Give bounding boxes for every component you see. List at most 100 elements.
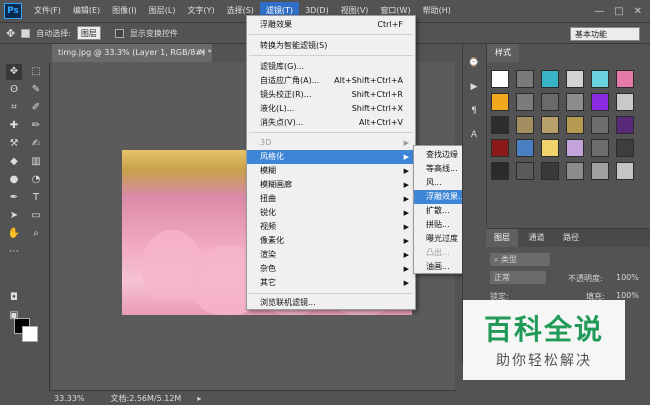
style-swatch[interactable] — [491, 116, 509, 134]
blend-mode-dropdown[interactable]: 正常 — [490, 271, 546, 284]
style-swatch[interactable] — [541, 116, 559, 134]
style-swatch[interactable] — [616, 93, 634, 111]
style-swatch[interactable] — [616, 116, 634, 134]
move-icon[interactable]: ✥ — [6, 64, 22, 80]
style-swatch[interactable] — [591, 93, 609, 111]
brush-icon[interactable]: ✏ — [28, 118, 44, 134]
zoom-level[interactable]: 33.33% — [54, 394, 85, 403]
character-icon[interactable]: A — [467, 130, 481, 144]
tab-styles[interactable]: 样式 — [487, 44, 519, 62]
lasso-icon[interactable]: ʘ — [6, 82, 22, 98]
auto-select-dropdown[interactable]: 图层 — [76, 26, 101, 40]
style-swatch[interactable] — [516, 70, 534, 88]
eyedropper-icon[interactable]: ✐ — [28, 100, 44, 116]
style-swatch[interactable] — [516, 162, 534, 180]
menu-item-pixelate[interactable]: 像素化 ▶ — [247, 234, 415, 248]
shape-icon[interactable]: ▭ — [28, 208, 44, 224]
style-swatch[interactable] — [566, 93, 584, 111]
history-brush-icon[interactable]: ✍ — [28, 136, 44, 152]
tab-layers[interactable]: 图层 — [486, 229, 518, 247]
style-swatch[interactable] — [566, 70, 584, 88]
quick-select-icon[interactable]: ✎ — [28, 82, 44, 98]
path-select-icon[interactable]: ➤ — [6, 208, 22, 224]
menu-item-video[interactable]: 视频 ▶ — [247, 220, 415, 234]
history-icon[interactable]: ⌚ — [467, 58, 481, 72]
style-swatch[interactable] — [516, 93, 534, 111]
style-swatch[interactable] — [591, 139, 609, 157]
blur-icon[interactable]: ● — [6, 172, 22, 188]
menu-item-convert-smart-filter[interactable]: 转换为智能滤镜(S) — [247, 39, 415, 53]
eraser-icon[interactable]: ◆ — [6, 154, 22, 170]
hand-icon[interactable]: ✋ — [6, 226, 22, 242]
quick-mask-icon[interactable]: ◘ — [6, 290, 22, 306]
menu-type[interactable]: 文字(Y) — [181, 2, 220, 20]
style-swatch[interactable] — [591, 116, 609, 134]
gradient-icon[interactable]: ▥ — [28, 154, 44, 170]
minimize-icon[interactable]: — — [594, 6, 604, 17]
fill-value[interactable]: 100% — [616, 291, 639, 300]
type-icon[interactable]: T — [28, 190, 44, 206]
style-swatch[interactable] — [541, 70, 559, 88]
menu-item-other[interactable]: 其它 ▶ — [247, 276, 415, 290]
menu-layer[interactable]: 图层(L) — [143, 2, 182, 20]
menu-item-last-filter[interactable]: 浮雕效果 Ctrl+F — [247, 18, 415, 32]
style-swatch[interactable] — [566, 162, 584, 180]
style-swatch[interactable] — [591, 70, 609, 88]
actions-play-icon[interactable]: ▶ — [467, 82, 481, 96]
layer-filter-dropdown[interactable]: ⌕ 类型 — [490, 253, 550, 266]
close-icon[interactable]: ✕ — [634, 6, 642, 17]
screen-mode-icon[interactable]: ▣ — [6, 308, 22, 324]
style-swatch[interactable] — [491, 70, 509, 88]
crop-icon[interactable]: ⌗ — [6, 100, 22, 116]
tab-paths[interactable]: 路径 — [555, 229, 587, 247]
pen-icon[interactable]: ✒ — [6, 190, 22, 206]
menu-item-stylize[interactable]: 风格化 ▶ — [247, 150, 415, 164]
menu-item-render[interactable]: 渲染 ▶ — [247, 248, 415, 262]
background-color-swatch[interactable] — [22, 326, 38, 342]
style-swatch[interactable] — [491, 93, 509, 111]
tab-channels[interactable]: 通道 — [521, 229, 553, 247]
auto-select-checkbox[interactable] — [21, 28, 31, 38]
healing-brush-icon[interactable]: ✚ — [6, 118, 22, 134]
menu-item-lens-correction[interactable]: 镜头校正(R)... Shift+Ctrl+R — [247, 88, 415, 102]
menu-help[interactable]: 帮助(H) — [417, 2, 457, 20]
menu-item-blur[interactable]: 模糊 ▶ — [247, 164, 415, 178]
style-swatch[interactable] — [491, 139, 509, 157]
menu-item-3d[interactable]: 3D ▶ — [247, 136, 415, 150]
style-swatch[interactable] — [541, 162, 559, 180]
menu-item-filter-gallery[interactable]: 滤镜库(G)... — [247, 60, 415, 74]
marquee-icon[interactable]: ⬚ — [28, 64, 44, 80]
menu-item-browse-online[interactable]: 浏览联机滤镜... — [247, 296, 415, 310]
clone-stamp-icon[interactable]: ⚒ — [6, 136, 22, 152]
close-tab-icon[interactable]: ✕ — [199, 44, 206, 62]
menu-item-sharpen[interactable]: 锐化 ▶ — [247, 206, 415, 220]
style-swatch[interactable] — [516, 139, 534, 157]
dodge-icon[interactable]: ◔ — [28, 172, 44, 188]
menu-file[interactable]: 文件(F) — [28, 2, 67, 20]
opacity-value[interactable]: 100% — [616, 273, 639, 282]
paragraph-icon[interactable]: ¶ — [467, 106, 481, 120]
style-swatch[interactable] — [591, 162, 609, 180]
menu-image[interactable]: 图像(I) — [106, 2, 143, 20]
style-swatch[interactable] — [566, 116, 584, 134]
style-swatch[interactable] — [516, 116, 534, 134]
status-arrow-icon[interactable]: ▸ — [197, 394, 201, 403]
maximize-icon[interactable]: □ — [614, 6, 623, 17]
style-swatch[interactable] — [616, 70, 634, 88]
menu-item-blur-gallery[interactable]: 模糊画廊 ▶ — [247, 178, 415, 192]
style-swatch[interactable] — [616, 139, 634, 157]
menu-item-adaptive-wide-angle[interactable]: 自适应广角(A)... Alt+Shift+Ctrl+A — [247, 74, 415, 88]
menu-edit[interactable]: 编辑(E) — [67, 2, 106, 20]
style-swatch[interactable] — [616, 162, 634, 180]
style-swatch[interactable] — [541, 93, 559, 111]
style-swatch[interactable] — [566, 139, 584, 157]
document-tab[interactable]: timg.jpg @ 33.3% (Layer 1, RGB/8#) * ✕ — [52, 44, 212, 62]
menu-item-distort[interactable]: 扭曲 ▶ — [247, 192, 415, 206]
style-swatch[interactable] — [541, 139, 559, 157]
menu-item-noise[interactable]: 杂色 ▶ — [247, 262, 415, 276]
workspace-dropdown[interactable]: 基本功能 — [570, 27, 640, 41]
menu-item-liquify[interactable]: 液化(L)... Shift+Ctrl+X — [247, 102, 415, 116]
zoom-icon[interactable]: ⌕ — [28, 226, 44, 242]
style-swatch[interactable] — [491, 162, 509, 180]
menu-item-vanishing-point[interactable]: 消失点(V)... Alt+Ctrl+V — [247, 116, 415, 130]
